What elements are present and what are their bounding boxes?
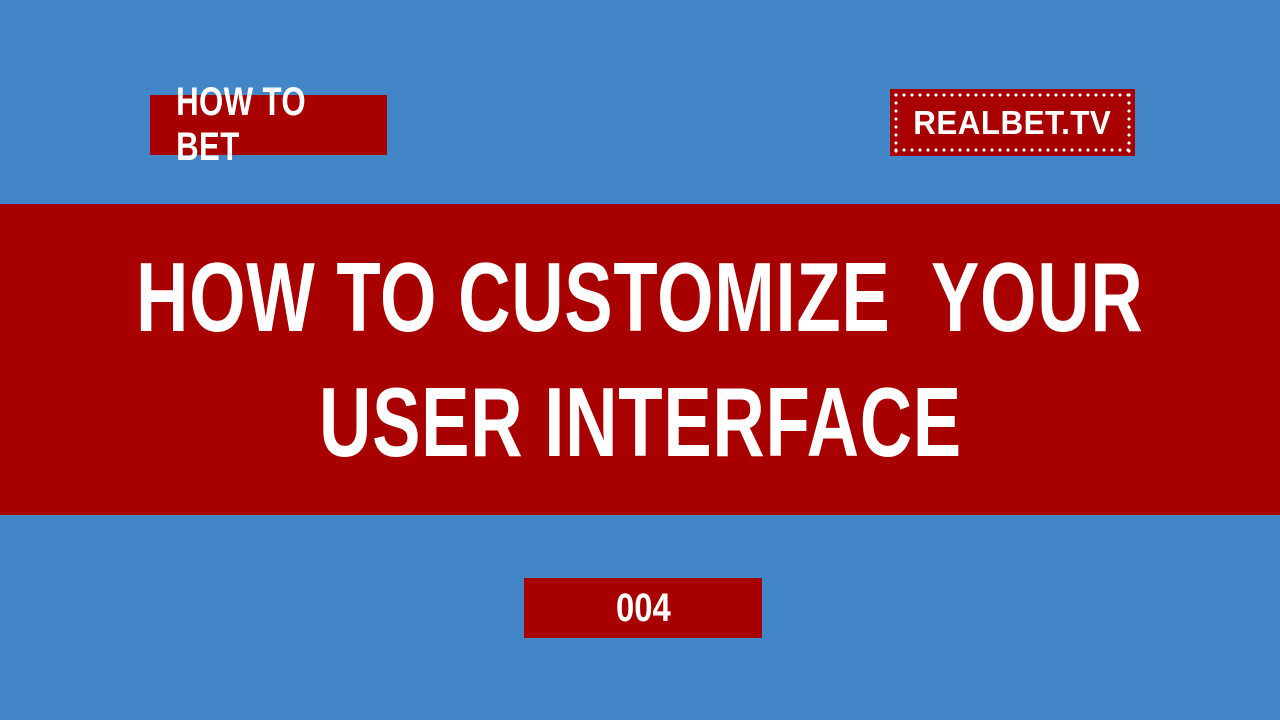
realbet-logo: REALBET.TV bbox=[890, 89, 1135, 156]
title-line-2: USER INTERFACE bbox=[318, 366, 962, 477]
category-label: HOW TO BET bbox=[176, 80, 307, 169]
title-line-1: HOW TO CUSTOMIZE YOUR bbox=[136, 241, 1144, 352]
logo-text: REALBET.TV bbox=[913, 103, 1112, 141]
episode-number: 004 bbox=[615, 585, 671, 630]
title-banner: HOW TO CUSTOMIZE YOUR USER INTERFACE bbox=[0, 204, 1280, 515]
episode-tag: 004 bbox=[524, 578, 762, 638]
category-tag: HOW TO BET bbox=[150, 80, 387, 169]
